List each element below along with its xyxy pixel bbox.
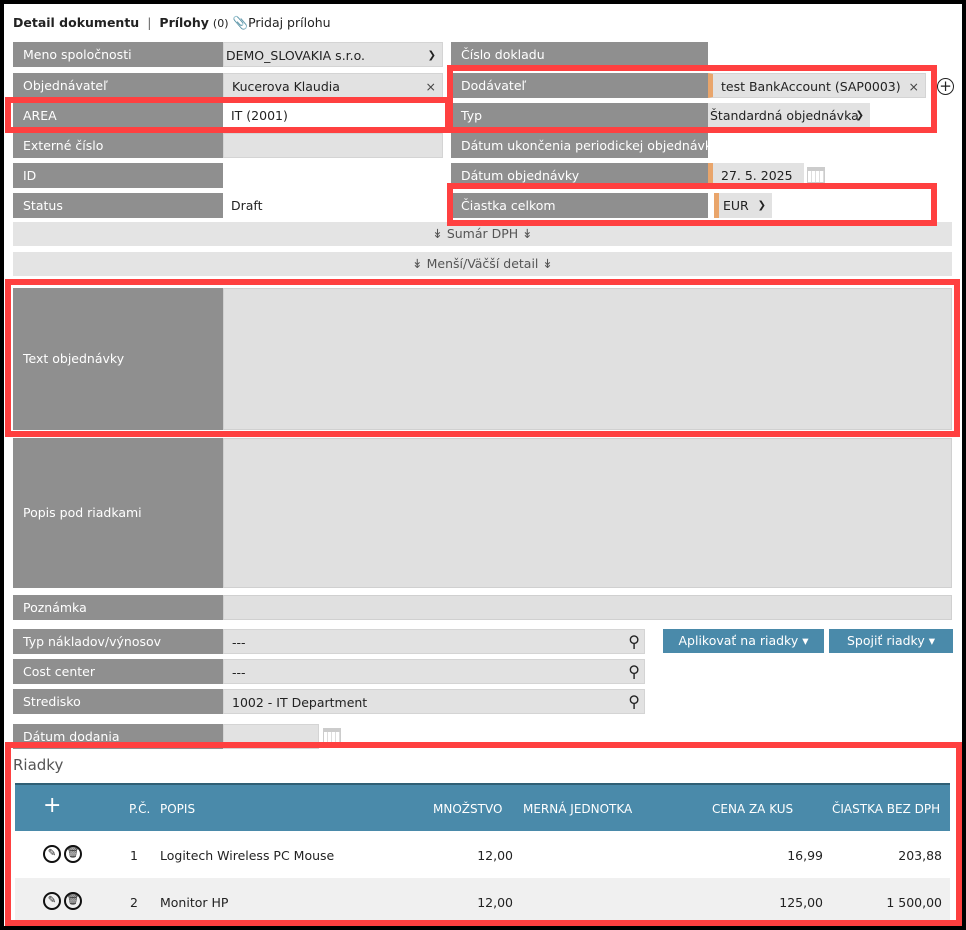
- area-label: AREA: [13, 103, 223, 128]
- note-label: Poznámka: [13, 595, 223, 620]
- row-amount: 203,88: [898, 848, 942, 863]
- detail-size-label: Menší/Väčší detail: [426, 256, 539, 271]
- clear-icon[interactable]: ×: [909, 74, 919, 99]
- orderer-select[interactable]: Kucerova Klaudia ×: [223, 73, 443, 98]
- order-date-input[interactable]: 27. 5. 2025: [708, 163, 804, 188]
- delete-icon[interactable]: 🗑: [64, 845, 82, 863]
- vat-summary-toggle[interactable]: ↡ Sumár DPH ↡: [13, 222, 952, 246]
- cost-type-input[interactable]: --- ⚲: [223, 629, 645, 654]
- chevron-down-icon: ❯: [757, 200, 766, 211]
- cost-type-value: ---: [232, 635, 246, 650]
- lines-title: Riadky: [13, 756, 64, 774]
- order-date-label: Dátum objednávky: [451, 163, 708, 188]
- cost-type-label: Typ nákladov/výnosov: [13, 629, 223, 654]
- order-text-textarea[interactable]: [223, 288, 952, 430]
- row-description: Monitor HP: [160, 895, 229, 910]
- col-unit: MERNÁ JEDNOTKA: [523, 802, 633, 816]
- paperclip-icon: 📎: [232, 15, 249, 30]
- company-select[interactable]: DEMO_SLOVAKIA s.r.o. ❯: [223, 42, 443, 67]
- orderer-label: Objednávateľ: [13, 73, 223, 98]
- table-row: ✎ 🗑 1 Logitech Wireless PC Mouse 12,00 16…: [15, 831, 950, 878]
- delivery-date-label: Dátum dodania: [13, 724, 223, 749]
- document-detail-page: Detail dokumentu | Prílohy (0) 📎Pridaj p…: [4, 4, 962, 926]
- row-unit-price: 125,00: [779, 895, 823, 910]
- delete-icon[interactable]: 🗑: [64, 892, 82, 910]
- calendar-icon[interactable]: [323, 728, 341, 744]
- currency-select[interactable]: EUR ❯: [714, 193, 772, 218]
- col-amount: ČIASTKA BEZ DPH: [832, 802, 941, 816]
- col-no: P.Č.: [129, 802, 151, 816]
- cost-center-value: ---: [232, 665, 246, 680]
- separator: |: [147, 15, 152, 30]
- supplier-value: test BankAccount (SAP0003): [721, 79, 901, 94]
- external-number-label: Externé číslo: [13, 133, 223, 158]
- edit-icon[interactable]: ✎: [43, 845, 61, 863]
- department-input[interactable]: 1002 - IT Department ⚲: [223, 689, 645, 714]
- cost-center-label: Cost center: [13, 659, 223, 684]
- doc-number-label: Číslo dokladu: [451, 42, 708, 67]
- delivery-date-input[interactable]: [223, 724, 319, 749]
- supplier-select[interactable]: test BankAccount (SAP0003) ×: [708, 73, 926, 98]
- col-unit-price: CENA ZA KUS: [712, 802, 794, 816]
- currency-value: EUR: [723, 198, 749, 213]
- row-quantity: 12,00: [477, 848, 513, 863]
- col-quantity: MNOŽSTVO: [433, 802, 503, 816]
- add-supplier-icon[interactable]: +: [937, 78, 954, 95]
- row-amount: 1 500,00: [886, 895, 942, 910]
- area-value: IT (2001): [231, 108, 288, 123]
- below-lines-label: Popis pod riadkami: [13, 438, 223, 588]
- department-value: 1002 - IT Department: [232, 695, 368, 710]
- company-label: Meno spoločnosti: [13, 42, 223, 67]
- type-label: Typ: [451, 103, 708, 128]
- add-line-button[interactable]: +: [43, 793, 61, 818]
- cost-center-input[interactable]: --- ⚲: [223, 659, 645, 684]
- type-value: Štandardná objednávka: [710, 108, 859, 123]
- external-number-input[interactable]: [223, 133, 443, 158]
- company-value: DEMO_SLOVAKIA s.r.o.: [226, 48, 366, 63]
- search-icon[interactable]: ⚲: [628, 629, 640, 654]
- apply-to-lines-button[interactable]: Aplikovať na riadky ▾: [663, 629, 824, 653]
- total-label: Čiastka celkom: [451, 193, 708, 218]
- header: Detail dokumentu | Prílohy (0) 📎Pridaj p…: [13, 15, 331, 31]
- edit-icon[interactable]: ✎: [43, 892, 61, 910]
- table-row: ✎ 🗑 2 Monitor HP 12,00 125,00 1 500,00: [15, 878, 950, 925]
- orderer-value: Kucerova Klaudia: [232, 79, 340, 94]
- search-icon[interactable]: ⚲: [628, 659, 640, 684]
- order-text-label: Text objednávky: [13, 288, 223, 430]
- department-label: Stredisko: [13, 689, 223, 714]
- chevron-down-icon: ❯: [427, 50, 436, 61]
- attachments-count: (0): [212, 17, 229, 30]
- below-lines-textarea[interactable]: [223, 438, 952, 588]
- row-no: 1: [130, 848, 138, 863]
- end-date-label: Dátum ukončenia periodickej objednávky: [451, 133, 708, 158]
- clear-icon[interactable]: ×: [426, 74, 436, 99]
- lines-table-header: + P.Č. POPIS MNOŽSTVO MERNÁ JEDNOTKA CEN…: [15, 783, 950, 831]
- status-label: Status: [13, 193, 223, 218]
- status-value: Draft: [231, 198, 263, 213]
- row-quantity: 12,00: [477, 895, 513, 910]
- row-description: Logitech Wireless PC Mouse: [160, 848, 335, 863]
- chevron-down-icon: ❯: [855, 110, 864, 121]
- type-select[interactable]: Štandardná objednávka ❯: [708, 103, 870, 128]
- vat-summary-label: Sumár DPH: [446, 226, 519, 241]
- note-input[interactable]: [223, 595, 952, 620]
- id-label: ID: [13, 163, 223, 188]
- detail-size-toggle[interactable]: ↡ Menší/Väčší detail ↡: [13, 252, 952, 276]
- merge-lines-button[interactable]: Spojiť riadky ▾: [829, 629, 953, 653]
- search-icon[interactable]: ⚲: [628, 689, 640, 714]
- col-description: POPIS: [160, 802, 196, 816]
- tab-document-detail[interactable]: Detail dokumentu: [13, 15, 139, 30]
- row-no: 2: [130, 895, 138, 910]
- calendar-icon[interactable]: [807, 167, 825, 183]
- add-attachment-link[interactable]: Pridaj prílohu: [248, 15, 330, 30]
- supplier-label: Dodávateľ: [451, 73, 708, 98]
- tab-attachments[interactable]: Prílohy: [159, 15, 209, 30]
- row-unit-price: 16,99: [787, 848, 823, 863]
